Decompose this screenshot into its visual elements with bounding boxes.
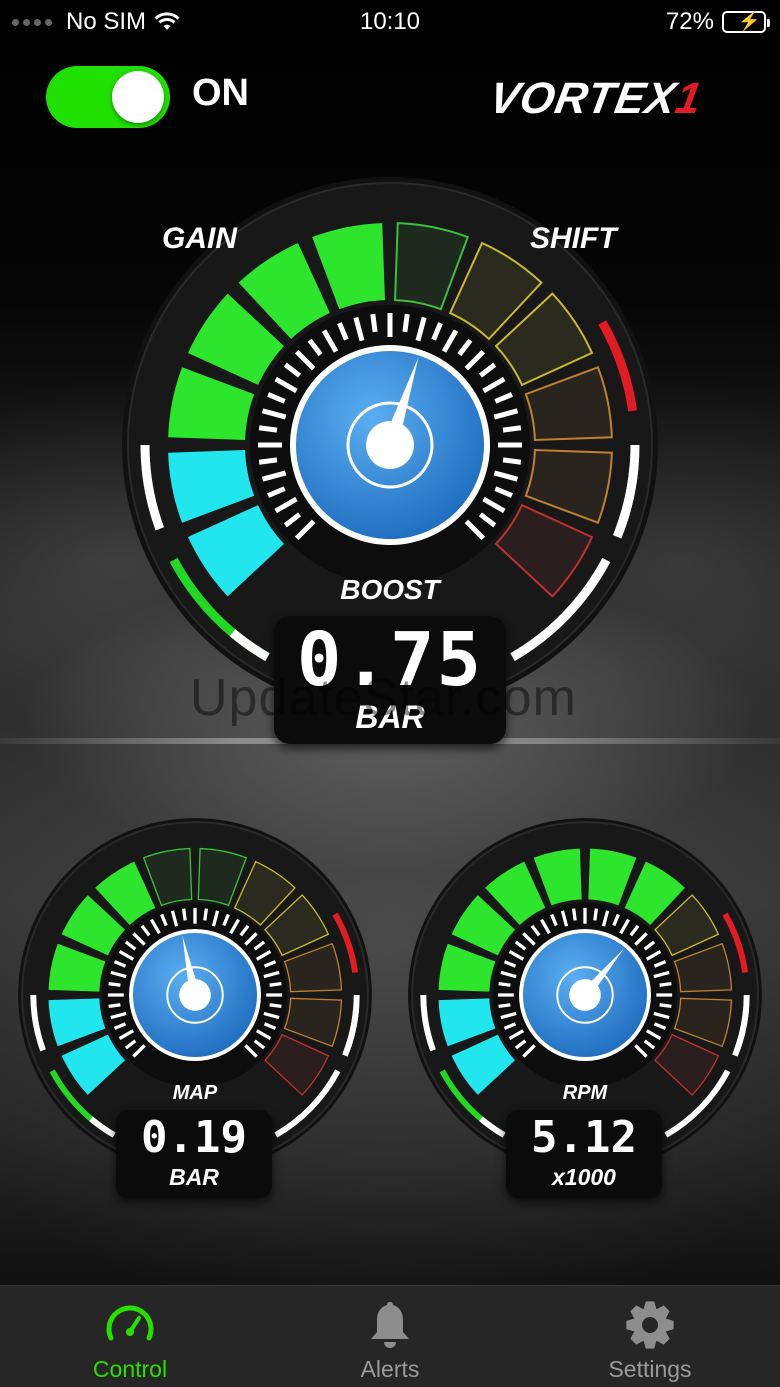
boost-tick: [502, 425, 522, 433]
rpm-hub: [569, 979, 601, 1011]
map-label: MAP: [172, 1082, 218, 1104]
rpm-tick: [571, 908, 577, 921]
map-tick: [269, 981, 282, 987]
rpm-tick: [498, 1003, 511, 1009]
boost-tick: [258, 457, 278, 465]
tab-control[interactable]: Control: [0, 1286, 260, 1387]
watermark: UpdateStar.com: [190, 669, 577, 727]
speedometer-icon: [106, 1305, 154, 1341]
map-tick: [203, 908, 209, 921]
rpm-unit: x1000: [552, 1164, 616, 1190]
rpm-label: RPM: [562, 1082, 608, 1104]
boost-label: BOOST: [340, 574, 440, 605]
rpm-value: 5.12: [531, 1112, 637, 1163]
map-tick: [269, 1003, 282, 1009]
rpm-tick: [659, 1003, 672, 1009]
tab-bar: Control Alerts Settings: [0, 1285, 780, 1387]
map-tick: [108, 1003, 121, 1009]
rpm-tick: [593, 908, 599, 921]
map-tick: [108, 981, 121, 987]
boost-tick: [402, 313, 410, 333]
tab-settings[interactable]: Settings: [520, 1286, 780, 1387]
gear-icon: [626, 1301, 674, 1349]
bell-icon: [371, 1302, 409, 1348]
map-tick: [181, 908, 187, 921]
boost-tick: [502, 457, 522, 465]
boost-tick: [370, 313, 378, 333]
map-hub: [179, 979, 211, 1011]
rpm-tick: [659, 981, 672, 987]
boost-tick: [258, 425, 278, 433]
map-unit: BAR: [169, 1164, 219, 1190]
tab-control-label: Control: [92, 1356, 168, 1382]
rpm-tick: [498, 981, 511, 987]
rpm-readout: 5.12 x1000: [506, 1110, 662, 1198]
boost-hub: [366, 421, 414, 469]
tab-alerts-label: Alerts: [360, 1356, 420, 1382]
shift-label: SHIFT: [530, 222, 617, 255]
gain-label: GAIN: [162, 222, 237, 255]
tab-alerts[interactable]: Alerts: [260, 1286, 520, 1387]
map-value: 0.19: [141, 1112, 247, 1163]
tab-settings-label: Settings: [608, 1356, 692, 1382]
map-readout: 0.19 BAR: [116, 1110, 272, 1198]
